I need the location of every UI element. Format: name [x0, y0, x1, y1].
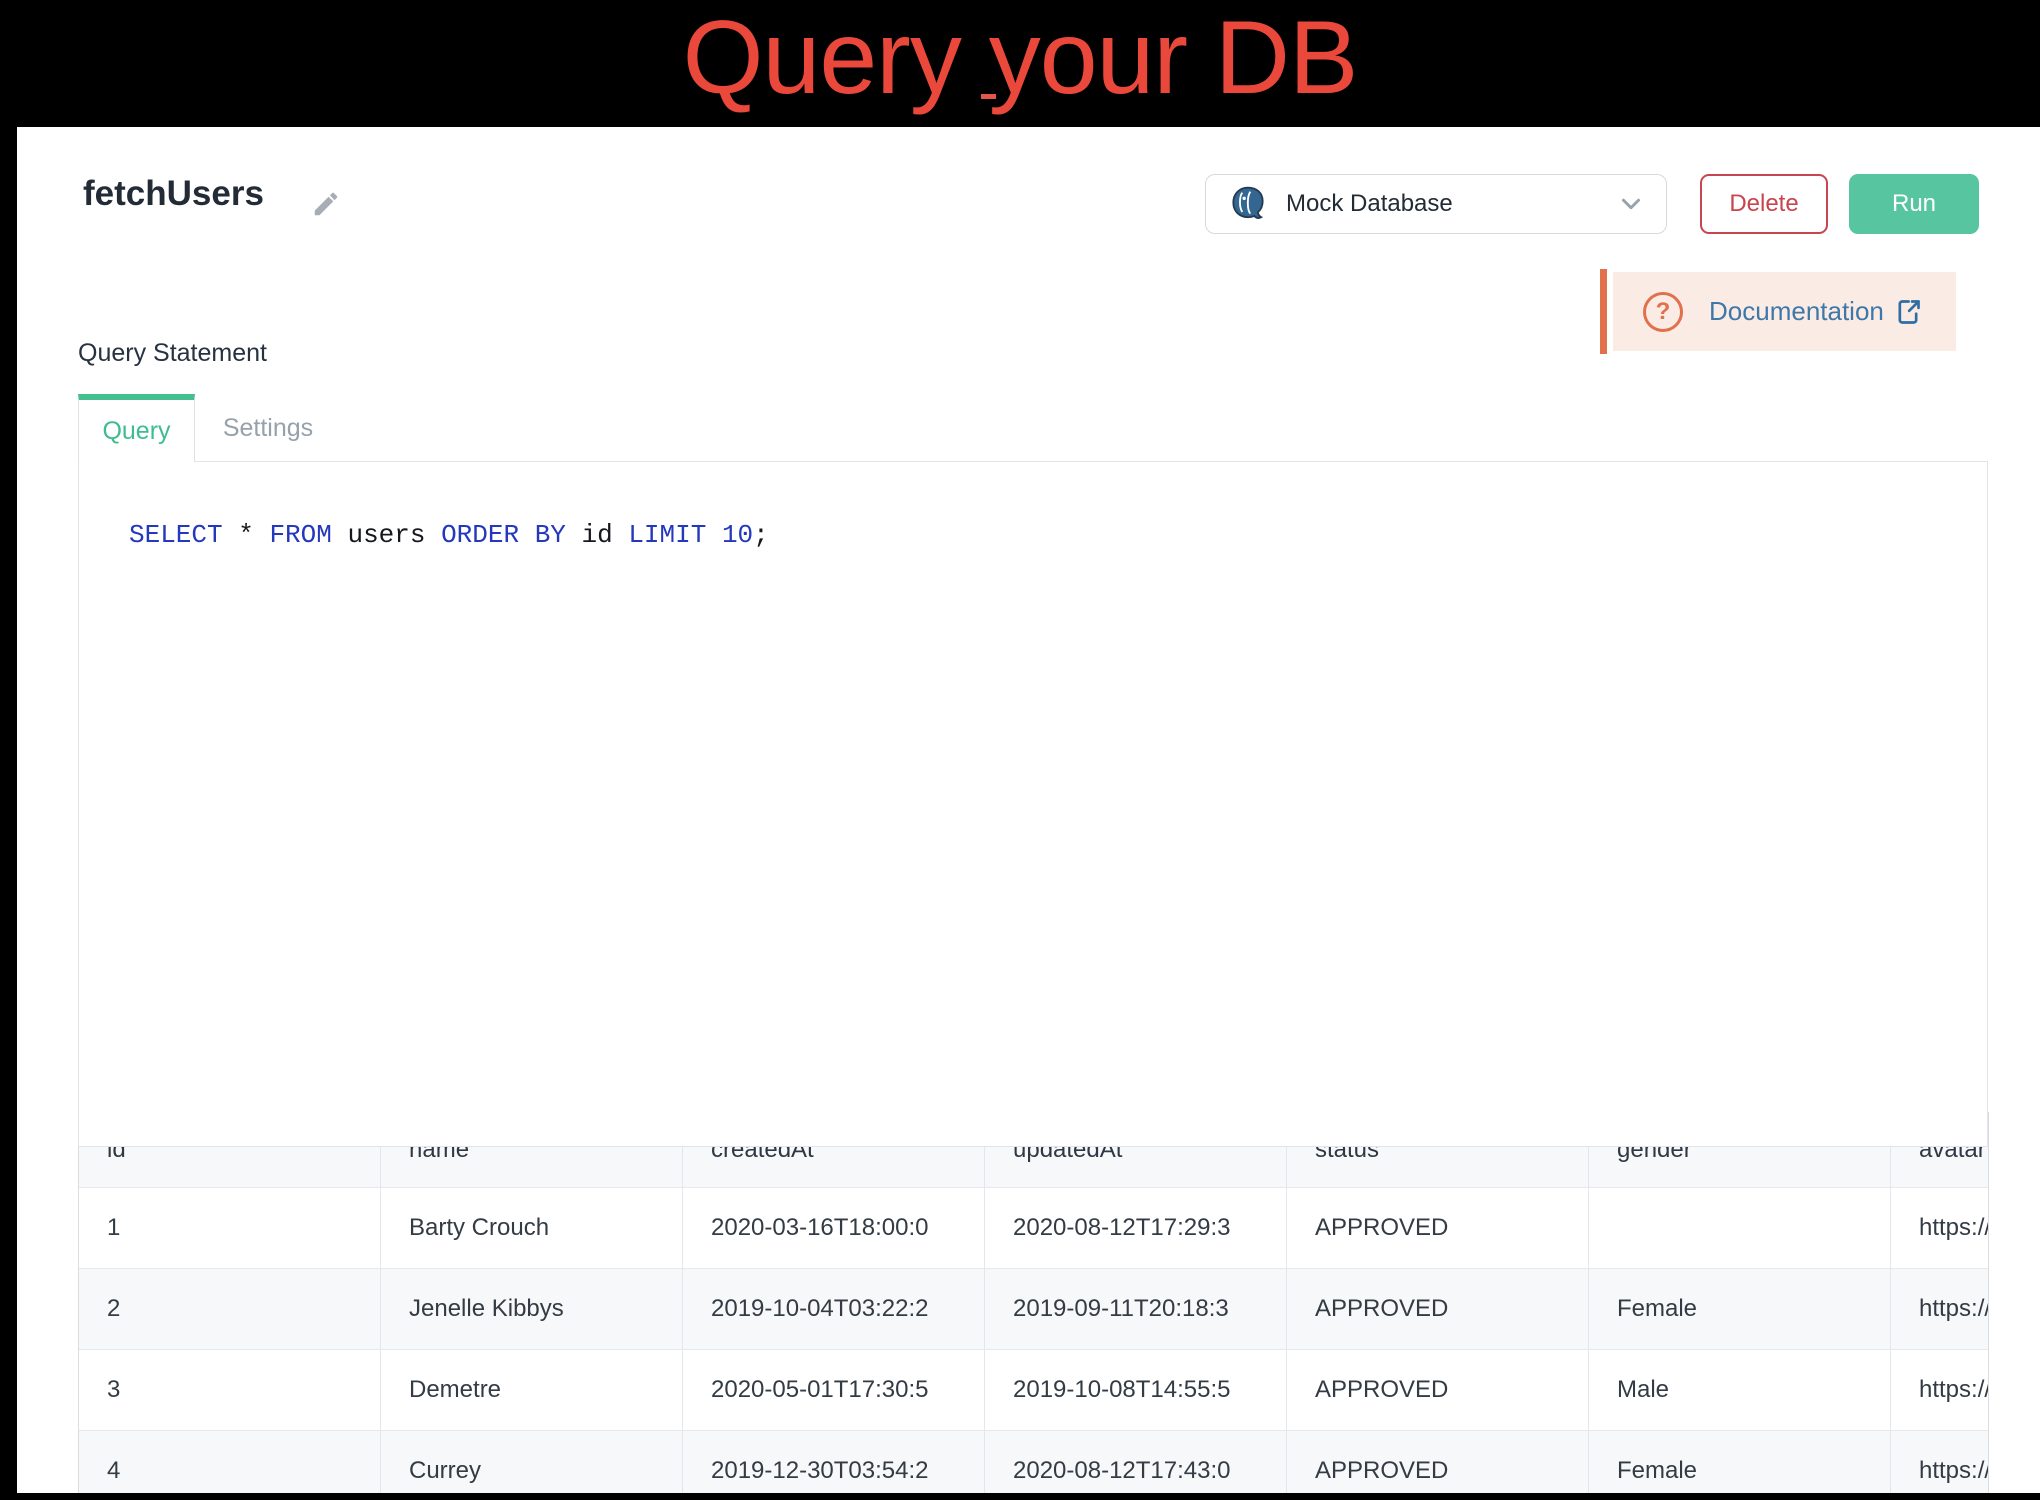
table-cell: APPROVED	[1287, 1431, 1589, 1493]
table-cell: APPROVED	[1287, 1269, 1589, 1349]
delete-button[interactable]: Delete	[1700, 174, 1828, 234]
table-cell: https://	[1891, 1431, 1989, 1493]
table-row: 4Currey2019-12-30T03:54:22020-08-12T17:4…	[79, 1430, 1989, 1493]
table-cell	[1589, 1188, 1891, 1268]
table-cell: Jenelle Kibbys	[381, 1269, 683, 1349]
table-cell: Barty Crouch	[381, 1188, 683, 1268]
table-cell: APPROVED	[1287, 1188, 1589, 1268]
table-cell: 2	[79, 1269, 381, 1349]
table-cell: 2020-08-12T17:29:3	[985, 1188, 1287, 1268]
sql-token: ;	[753, 520, 769, 550]
documentation-link[interactable]: ? Documentation	[1613, 272, 1956, 351]
table-row: 1Barty Crouch2020-03-16T18:00:02020-08-1…	[79, 1187, 1989, 1268]
sql-token: FROM	[269, 520, 331, 550]
tab-query[interactable]: Query	[78, 394, 195, 462]
sql-editor[interactable]: SELECT * FROM users ORDER BY id LIMIT 10…	[78, 461, 1988, 1147]
page-title: Query your DB	[0, 0, 2040, 116]
app-page: fetchUsers Mock Database Delete Run ? Do…	[17, 127, 2040, 1493]
pencil-icon[interactable]	[311, 189, 341, 219]
query-name: fetchUsers	[83, 174, 264, 214]
table-body: 1Barty Crouch2020-03-16T18:00:02020-08-1…	[79, 1187, 1988, 1493]
sql-token: id	[566, 520, 628, 550]
chevron-down-icon	[1616, 189, 1646, 219]
table-cell: 1	[79, 1188, 381, 1268]
table-cell: 2019-10-04T03:22:2	[683, 1269, 985, 1349]
top-banner: Query your DB	[0, 0, 2040, 127]
table-cell: https://	[1891, 1188, 1989, 1268]
sql-token	[706, 520, 722, 550]
table-cell: Female	[1589, 1431, 1891, 1493]
documentation-accent-bar	[1600, 269, 1607, 354]
table-cell: 2020-03-16T18:00:0	[683, 1188, 985, 1268]
table-cell: 2019-09-11T20:18:3	[985, 1269, 1287, 1349]
query-statement-label: Query Statement	[78, 339, 267, 368]
table-cell: 2019-12-30T03:54:2	[683, 1431, 985, 1493]
sql-token: LIMIT	[628, 520, 706, 550]
tab-settings[interactable]: Settings	[195, 394, 341, 462]
table-cell: Demetre	[381, 1350, 683, 1430]
database-selector[interactable]: Mock Database	[1205, 174, 1667, 234]
sql-token: 10	[722, 520, 753, 550]
table-cell: 2020-05-01T17:30:5	[683, 1350, 985, 1430]
table-cell: https://	[1891, 1350, 1989, 1430]
table-cell: Male	[1589, 1350, 1891, 1430]
database-selector-value: Mock Database	[1286, 190, 1616, 218]
table-row: 3Demetre2020-05-01T17:30:52019-10-08T14:…	[79, 1349, 1989, 1430]
table-cell: https://	[1891, 1269, 1989, 1349]
table-cell: 3	[79, 1350, 381, 1430]
table-cell: 2019-10-08T14:55:5	[985, 1350, 1287, 1430]
sql-token: users	[332, 520, 441, 550]
sql-token: ORDER BY	[441, 520, 566, 550]
sql-token: *	[223, 520, 270, 550]
table-cell: 2020-08-12T17:43:0	[985, 1431, 1287, 1493]
documentation-label: Documentation	[1709, 296, 1884, 327]
sql-token: SELECT	[129, 520, 223, 550]
table-row: 2Jenelle Kibbys2019-10-04T03:22:22019-09…	[79, 1268, 1989, 1349]
query-response-table: idnamecreatedAtupdatedAtstatusgenderavat…	[78, 1112, 1989, 1493]
run-button[interactable]: Run	[1849, 174, 1979, 234]
table-cell: Currey	[381, 1431, 683, 1493]
doc-export-icon	[1894, 298, 1922, 326]
question-circle-icon: ?	[1643, 292, 1683, 332]
cursor-dash	[981, 94, 996, 99]
postgresql-icon	[1228, 184, 1268, 224]
table-cell: APPROVED	[1287, 1350, 1589, 1430]
table-cell: Female	[1589, 1269, 1891, 1349]
table-cell: 4	[79, 1431, 381, 1493]
sql-code-line: SELECT * FROM users ORDER BY id LIMIT 10…	[129, 520, 769, 550]
